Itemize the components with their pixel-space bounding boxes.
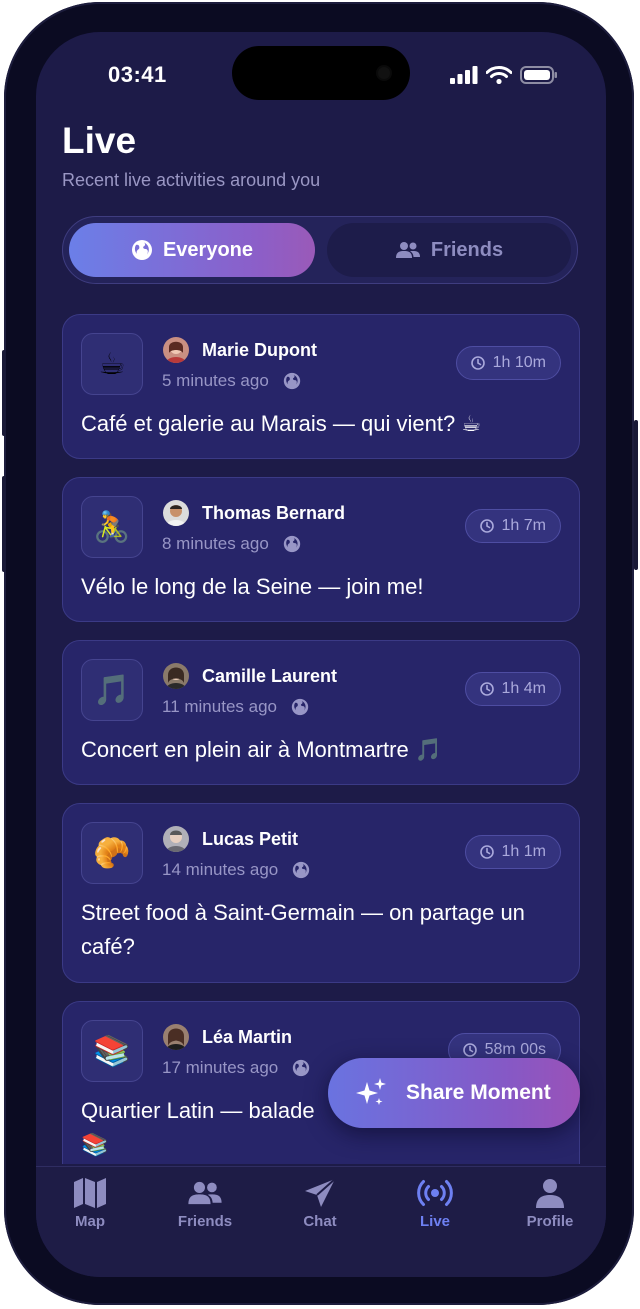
posted-info: 8 minutes ago [162,534,301,554]
posted-info: 14 minutes ago [162,860,310,880]
activity-emoji: ☕ [81,333,143,395]
avatar [163,337,189,363]
status-icons [450,66,558,84]
duration-label: 1h 1m [501,843,546,860]
person-icon [536,1179,564,1208]
time-ago: 5 minutes ago [162,371,269,390]
user-name: Camille Laurent [202,666,338,686]
activity-text: Quartier Latin — balade 📚 [81,1098,315,1157]
avatar [163,1024,189,1050]
activity-card[interactable]: 🥐 Lucas Petit 14 minutes ago 1h 1m Stree… [62,803,580,983]
activity-card[interactable]: 🚴 Thomas Bernard 8 minutes ago 1h 7m Vél… [62,477,580,622]
tab-profile-label: Profile [526,1213,574,1230]
signal-icon [450,66,478,84]
users-icon [395,242,420,258]
status-bar: 03:41 [36,32,606,122]
tab-live[interactable]: Live [390,1177,480,1230]
time-ago: 11 minutes ago [162,697,277,716]
time-ago: 17 minutes ago [162,1058,279,1077]
duration-badge: 1h 4m [464,672,561,706]
broadcast-icon [417,1180,453,1206]
users-icon [188,1181,222,1205]
duration-label: 1h 10m [492,354,546,371]
globe-icon [283,372,300,390]
tab-bar: Map Friends Chat Live Profile [36,1166,606,1277]
send-icon [305,1178,336,1207]
tab-map-label: Map [75,1213,105,1230]
time-ago: 8 minutes ago [162,534,269,553]
posted-info: 17 minutes ago [162,1058,310,1078]
phone-side-button [2,476,6,572]
wifi-icon [486,66,512,84]
globe-icon [283,535,300,553]
audience-segmented-control: Everyone Friends [62,216,578,284]
globe-icon [131,240,152,260]
live-feed: ☕ Marie Dupont 5 minutes ago 1h 10m Café… [62,314,580,1164]
clock-icon [479,519,494,533]
activity-card[interactable]: 🎵 Camille Laurent 11 minutes ago 1h 4m C… [62,640,580,785]
page-subtitle: Recent live activities around you [62,170,321,190]
posted-info: 11 minutes ago [162,697,309,717]
page-title: Live [62,120,137,161]
duration-label: 1h 4m [501,680,546,697]
activity-card[interactable]: ☕ Marie Dupont 5 minutes ago 1h 10m Café… [62,314,580,459]
tab-friends[interactable]: Friends [160,1177,250,1230]
activity-text: Café et galerie au Marais — qui vient? ☕ [81,411,482,436]
globe-icon [291,698,309,716]
avatar [163,663,189,689]
avatar [163,826,189,852]
phone-side-button [634,420,638,570]
sparkles-icon [356,1078,386,1105]
user-name: Lucas Petit [202,829,299,849]
globe-icon [293,861,310,879]
tab-chat[interactable]: Chat [275,1177,365,1230]
duration-label: 1h 7m [501,517,546,534]
tab-profile[interactable]: Profile [505,1177,595,1230]
user-name: Marie Dupont [202,340,317,360]
activity-emoji: 🚴 [81,496,143,558]
globe-icon [293,1059,310,1077]
status-time: 03:41 [108,62,167,87]
battery-icon [520,66,557,84]
screen: 03:41 Live Recent live activities around… [36,32,606,1277]
duration-badge: 1h 10m [455,346,561,380]
user-name: Léa Martin [202,1027,293,1047]
activity-text: Vélo le long de la Seine — join me! [81,574,424,599]
camera-icon [378,67,390,79]
segment-everyone-label: Everyone [162,238,254,261]
segment-everyone[interactable]: Everyone [69,223,315,277]
activity-emoji: 🥐 [81,822,143,884]
activity-text: Concert en plein air à Montmartre 🎵 [81,737,443,762]
segment-friends[interactable]: Friends [327,223,571,277]
clock-icon [462,1043,477,1057]
posted-info: 5 minutes ago [162,371,301,391]
activity-text: Street food à Saint-Germain — on partage… [81,900,525,959]
duration-badge: 1h 1m [464,835,561,869]
avatar [163,500,189,526]
share-moment-button[interactable]: Share Moment [328,1058,580,1128]
phone-side-button [2,350,6,436]
time-ago: 14 minutes ago [162,860,279,879]
duration-label: 58m 00s [484,1041,546,1058]
dynamic-island [232,46,410,100]
segment-friends-label: Friends [430,238,504,261]
clock-icon [479,682,494,696]
activity-emoji: 🎵 [81,659,143,721]
duration-badge: 1h 7m [464,509,561,543]
tab-live-label: Live [419,1213,450,1230]
user-name: Thomas Bernard [202,503,346,523]
map-icon [74,1178,106,1208]
activity-emoji: 📚 [81,1020,143,1082]
tab-chat-label: Chat [303,1213,337,1230]
tab-map[interactable]: Map [45,1177,135,1230]
tab-friends-label: Friends [177,1213,233,1230]
share-moment-label: Share Moment [406,1081,551,1104]
clock-icon [479,845,494,859]
clock-icon [470,356,485,370]
